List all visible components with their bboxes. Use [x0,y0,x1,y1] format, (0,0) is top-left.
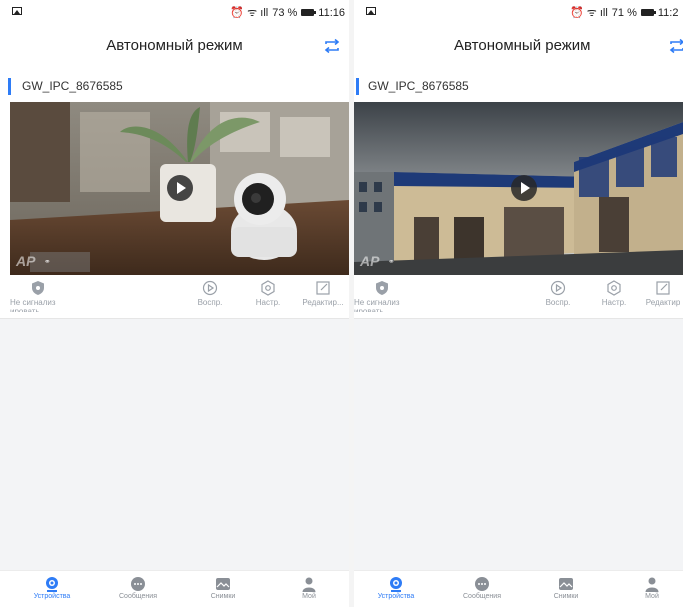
bottom-tab-bar: Устройства Сообщения Снимки Мой [0,570,349,607]
tab-devices[interactable]: Устройства [366,576,426,600]
phone-screen-left: ⏰ ᯤ ıll 73 % 11:16 Автономный режим GW_I… [0,0,349,607]
settings-button[interactable]: Настр. [594,280,634,307]
camera-actions: Не сигнализ ировать Воспр. Настр. Редакт… [354,280,683,316]
camera-actions: Не сигнализ ировать Воспр. Настр. Редакт… [0,280,349,316]
battery-icon [640,9,656,16]
playback-button[interactable]: Воспр. [190,280,230,307]
shield-icon [376,281,388,295]
tab-profile[interactable]: Мой [622,576,682,600]
settings-label: Настр. [601,298,627,307]
settings-icon [607,280,621,296]
alarm-toggle[interactable]: Не сигнализ ировать [10,280,70,312]
edit-button[interactable]: Редактир... [298,280,348,307]
status-indicators: ⏰ ᯤ ıll [570,7,608,19]
device-name: GW_IPC_8676585 [22,79,123,93]
clock: 11:2 [657,6,679,19]
switch-mode-icon[interactable] [323,38,341,54]
playback-icon [202,280,218,296]
tab-label: Сообщения [119,593,157,600]
link-icon: ⚭ [388,257,395,266]
tab-label: Снимки [210,593,236,600]
camera-preview[interactable]: AP ⚭ [354,102,683,275]
settings-label: Настр. [255,298,281,307]
shield-icon [32,281,44,295]
tab-snapshots[interactable]: Снимки [536,576,596,600]
device-header[interactable]: GW_IPC_8676585 [354,76,683,98]
edit-icon [656,281,670,295]
edit-label: Редактир [645,298,681,307]
playback-label: Воспр. [197,298,223,307]
gallery-icon [366,7,376,15]
profile-icon [302,577,316,592]
tab-label: Устройства [377,593,415,600]
tab-label: Мой [645,593,659,600]
profile-icon [645,577,659,592]
status-bar: ⏰ ᯤ ıll 73 % 11:16 [0,0,349,24]
tab-label: Устройства [33,593,71,600]
page-title: Автономный режим [454,37,591,54]
playback-icon [550,280,566,296]
alarm-toggle[interactable]: Не сигнализ ировать [354,280,414,312]
accent-bar [356,78,359,95]
device-header[interactable]: GW_IPC_8676585 [0,76,349,98]
edit-label: Редактир... [302,298,344,307]
devices-icon [390,577,402,592]
devices-icon [46,577,58,592]
alarm-status-label: Не сигнализ [354,298,400,307]
link-icon: ⚭ [44,257,51,266]
switch-mode-icon[interactable] [668,38,683,54]
playback-label: Воспр. [545,298,571,307]
gallery-icon [12,7,22,15]
messages-icon [475,577,489,591]
empty-content-area [354,318,683,571]
device-name: GW_IPC_8676585 [368,79,469,93]
camera-preview[interactable]: AP ⚭ [10,102,349,275]
battery-level: 71 % [611,6,637,19]
battery-level: 73 % [272,6,298,19]
tab-label: Снимки [553,593,579,600]
empty-content-area [0,318,349,571]
edit-icon [316,281,330,295]
accent-bar [8,78,11,95]
settings-button[interactable]: Настр. [248,280,288,307]
play-icon[interactable] [511,175,537,201]
watermark-logo: AP [16,253,36,269]
status-bar: ⏰ ᯤ ıll 71 % 11:2 [354,0,683,24]
alarm-status-label-cut: ировать [10,307,40,312]
alarm-status-label-cut: ировать [354,307,384,312]
alarm-status-label: Не сигнализ [10,298,56,307]
clock: 11:16 [318,6,345,19]
tab-profile[interactable]: Мой [279,576,339,600]
tab-messages[interactable]: Сообщения [452,576,512,600]
watermark-logo: AP [360,253,380,269]
play-icon[interactable] [167,175,193,201]
edit-button[interactable]: Редактир [643,280,683,307]
settings-icon [261,280,275,296]
bottom-tab-bar: Устройства Сообщения Снимки Мой [354,570,683,607]
tab-messages[interactable]: Сообщения [108,576,168,600]
snapshots-icon [216,578,230,590]
status-indicators: ⏰ ᯤ ıll [230,7,269,19]
phone-screen-right: ⏰ ᯤ ıll 71 % 11:2 Автономный режим GW_IP… [354,0,683,607]
tab-label: Сообщения [463,593,501,600]
playback-button[interactable]: Воспр. [538,280,578,307]
tab-snapshots[interactable]: Снимки [193,576,253,600]
battery-icon [301,9,317,16]
app-header: Автономный режим [0,30,349,64]
page-title: Автономный режим [106,37,243,54]
tab-devices[interactable]: Устройства [22,576,82,600]
snapshots-icon [559,578,573,590]
tab-label: Мой [302,593,316,600]
messages-icon [131,577,145,591]
app-header: Автономный режим [354,30,683,64]
